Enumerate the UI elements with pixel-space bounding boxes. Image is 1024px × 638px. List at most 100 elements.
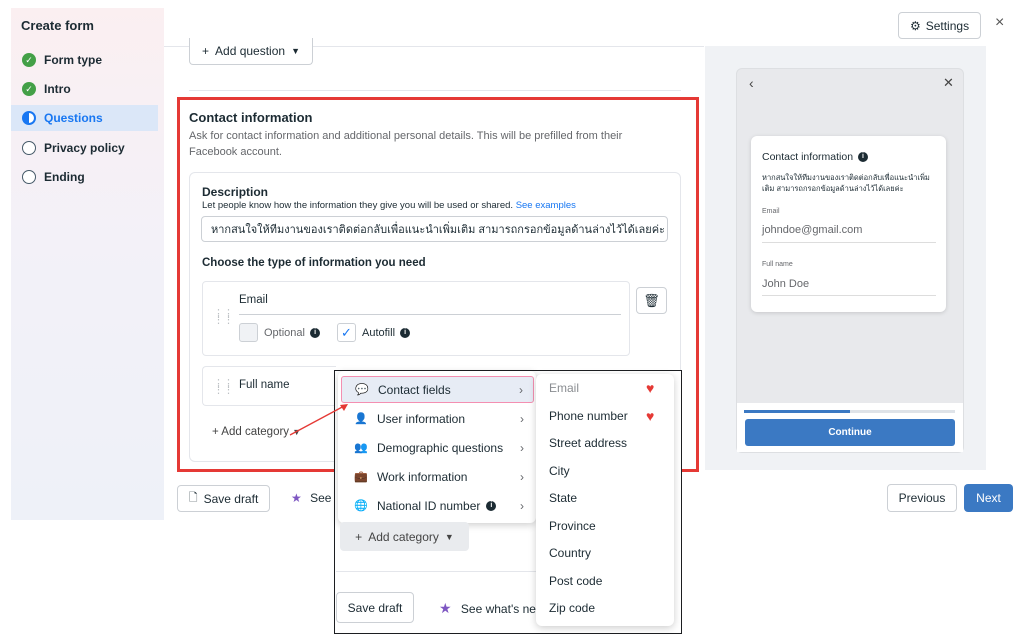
description-input[interactable]: หากสนใจให้ทีมงานของเราติดต่อกลับเพื่อแนะ… — [201, 216, 668, 242]
sidebar-title: Create form — [21, 18, 94, 33]
plus-icon: + — [355, 529, 363, 544]
add-question-label: Add question — [215, 44, 286, 58]
category-user-information[interactable]: 👤 User information › — [341, 405, 534, 432]
info-icon[interactable]: i — [857, 152, 868, 163]
back-chevron-icon[interactable]: ‹ — [749, 75, 754, 91]
previous-button[interactable]: Previous — [887, 484, 957, 512]
preview-email-input[interactable]: johndoe@gmail.com — [762, 224, 862, 236]
add-category-label: Add category — [368, 529, 439, 544]
email-field-label: Email — [239, 294, 268, 306]
save-draft-button[interactable]: 🗋 Save draft — [177, 485, 270, 512]
see-examples-link[interactable]: See examples — [516, 200, 576, 211]
plus-icon: + — [212, 426, 219, 438]
chevron-right-icon: › — [520, 411, 524, 426]
preview-email-label: Email — [762, 208, 780, 215]
optional-checkbox[interactable] — [239, 323, 258, 342]
gear-icon: ⚙ — [909, 18, 921, 33]
chevron-right-icon: › — [519, 382, 523, 397]
field-option-phone-number[interactable]: Phone number — [549, 409, 628, 423]
field-option-state[interactable]: State — [549, 491, 577, 505]
description-help-text: Let people know how the information they… — [202, 200, 514, 211]
email-field-underline — [239, 314, 621, 315]
save-draft-button-zoomed[interactable]: Save draft — [336, 592, 414, 623]
field-option-post-code[interactable]: Post code — [549, 574, 602, 588]
caret-down-icon: ▼ — [444, 531, 454, 542]
field-option-zip-code[interactable]: Zip code — [549, 601, 595, 615]
progress-bar — [744, 410, 850, 413]
category-label: National ID number — [377, 498, 481, 513]
settings-label: Settings — [925, 18, 970, 33]
chevron-right-icon: › — [520, 498, 524, 513]
category-national-id-number[interactable]: 🌐 National ID number i › — [341, 492, 534, 519]
section-divider — [189, 90, 681, 91]
autofill-text: Autofill — [362, 327, 396, 339]
form-steps-sidebar: Create form ✓ Form type ✓ Intro Question… — [11, 8, 164, 520]
add-question-button[interactable]: + Add question ▼ — [189, 38, 313, 65]
trash-icon: 🗑 — [643, 292, 660, 308]
briefcase-icon: 💼 — [354, 471, 368, 483]
step-label: Form type — [44, 53, 103, 67]
see-whats-new-link-zoomed[interactable]: ★ See what's ne — [439, 600, 536, 617]
caret-down-icon: ▼ — [291, 46, 300, 56]
description-help: Let people know how the information they… — [202, 200, 576, 211]
delete-field-button[interactable]: 🗑 — [636, 287, 667, 314]
plus-icon: + — [202, 44, 210, 58]
step-label: Intro — [44, 82, 71, 96]
callout-divider — [336, 571, 536, 572]
autofill-label: Autofill i — [362, 327, 411, 339]
star-icon: ★ — [291, 491, 302, 505]
check-circle-icon: ✓ — [22, 53, 36, 67]
info-icon[interactable]: i — [310, 328, 321, 339]
preview-name-input[interactable]: John Doe — [762, 278, 809, 290]
star-icon: ★ — [439, 600, 452, 616]
category-work-information[interactable]: 💼 Work information › — [341, 463, 534, 490]
step-label: Questions — [44, 111, 103, 125]
chevron-right-icon: › — [520, 469, 524, 484]
heart-icon: ♥ — [646, 380, 655, 396]
contact-info-description: Ask for contact information and addition… — [189, 130, 623, 158]
preview-email-underline — [762, 242, 936, 243]
category-label: Contact fields — [378, 382, 451, 397]
check-circle-icon: ✓ — [22, 82, 36, 96]
add-category-button-zoomed[interactable]: + Add category ▼ — [340, 522, 469, 551]
step-questions[interactable]: Questions — [11, 105, 158, 131]
step-ending[interactable]: Ending — [11, 164, 158, 190]
preview-name-label: Full name — [762, 261, 793, 268]
optional-text: Optional — [264, 327, 305, 339]
field-option-province[interactable]: Province — [549, 519, 596, 533]
field-option-city[interactable]: City — [549, 464, 570, 478]
category-contact-fields[interactable]: 💬 Contact fields › — [341, 376, 534, 403]
step-privacy-policy[interactable]: Privacy policy — [11, 135, 158, 161]
info-icon[interactable]: i — [486, 500, 497, 511]
drag-handle-icon[interactable]: ⋮⋮ ⋮⋮ — [213, 379, 234, 396]
autofill-checkbox[interactable]: ✓ — [337, 323, 356, 342]
field-option-street-address[interactable]: Street address — [549, 436, 627, 450]
globe-icon: 🌐 — [354, 500, 368, 512]
empty-circle-icon — [22, 141, 36, 155]
category-demographic-questions[interactable]: 👥 Demographic questions › — [341, 434, 534, 461]
field-option-email[interactable]: Email — [549, 381, 579, 395]
half-circle-icon — [22, 111, 36, 125]
description-title: Description — [202, 185, 269, 199]
contact-info-title: Contact information — [189, 110, 313, 125]
settings-button[interactable]: ⚙ Settings — [898, 12, 981, 39]
drag-handle-icon[interactable]: ⋮⋮ ⋮⋮ — [213, 309, 234, 326]
info-icon[interactable]: i — [400, 328, 411, 339]
category-label: Demographic questions — [377, 440, 504, 455]
save-draft-label: Save draft — [203, 491, 259, 506]
step-intro[interactable]: ✓ Intro — [11, 76, 158, 102]
heart-icon: ♥ — [646, 408, 655, 424]
close-icon[interactable]: ✕ — [943, 75, 954, 91]
preview-title-text: Contact information — [762, 151, 854, 163]
email-field-row — [202, 281, 630, 356]
close-icon[interactable]: × — [995, 14, 1004, 32]
annotation-arrow — [289, 404, 348, 436]
next-button[interactable]: Next — [964, 484, 1013, 512]
category-label: User information — [377, 411, 466, 426]
see-label: See what's ne — [460, 602, 536, 616]
empty-circle-icon — [22, 170, 36, 184]
field-option-country[interactable]: Country — [549, 546, 591, 560]
continue-button[interactable]: Continue — [745, 419, 955, 446]
step-label: Ending — [44, 170, 85, 184]
step-form-type[interactable]: ✓ Form type — [11, 47, 158, 73]
